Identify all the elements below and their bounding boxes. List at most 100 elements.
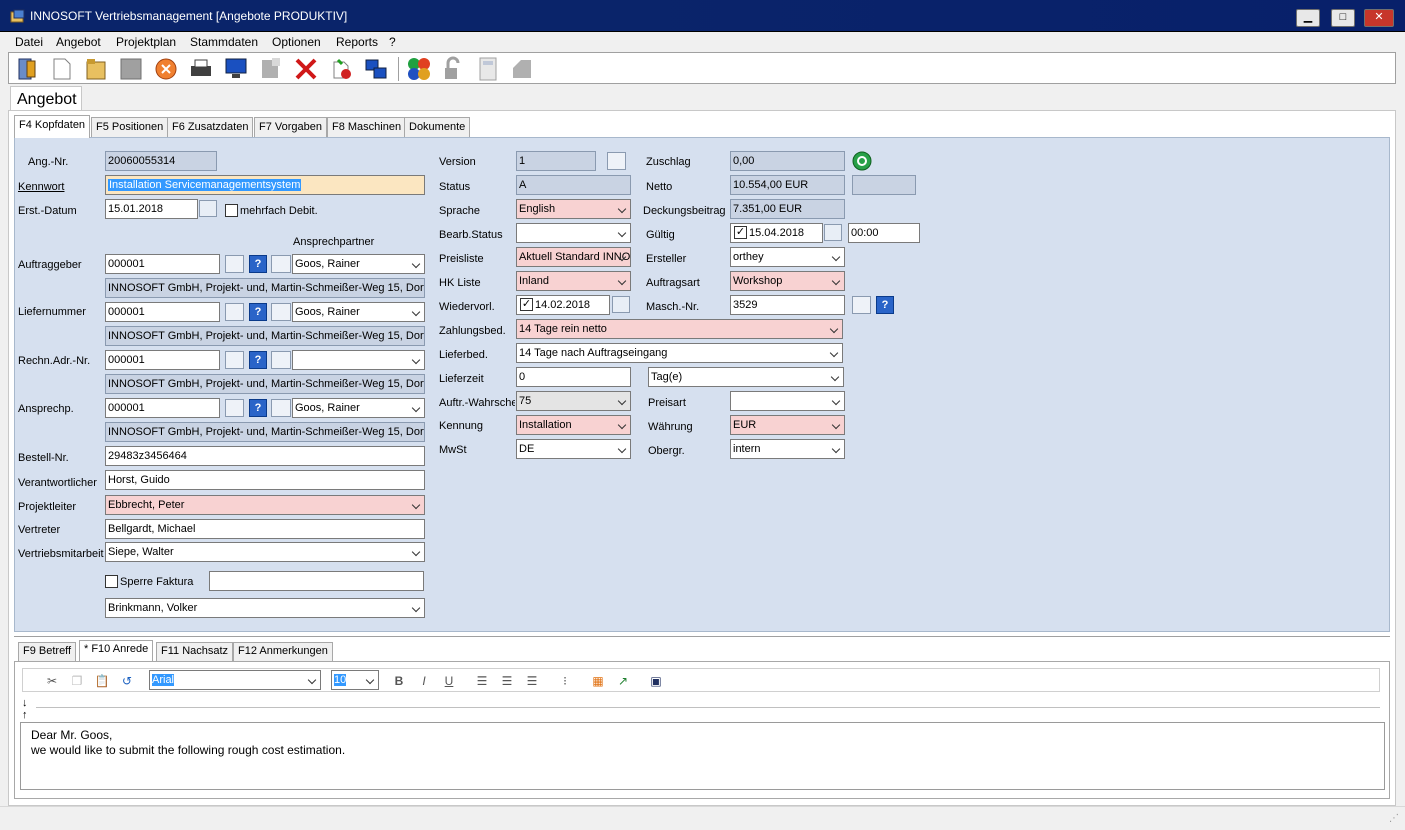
- zuschlag-field[interactable]: 0,00: [730, 151, 845, 171]
- currency-icon[interactable]: [406, 56, 432, 82]
- align-left-icon[interactable]: ☰: [473, 672, 491, 690]
- splitter[interactable]: [14, 636, 1390, 638]
- menu-help[interactable]: ?: [389, 34, 396, 50]
- close-button[interactable]: ✕: [1364, 9, 1394, 27]
- font-select[interactable]: Arial: [149, 670, 321, 690]
- goto-arrow-icon[interactable]: [271, 351, 291, 369]
- search-icon[interactable]: [607, 152, 626, 170]
- preview-icon[interactable]: ▣: [647, 672, 665, 690]
- projektleiter-select[interactable]: Ebbrecht, Peter: [105, 495, 425, 515]
- hk-liste-select[interactable]: Inland: [516, 271, 631, 291]
- sperre-faktura-checkbox[interactable]: [105, 575, 118, 588]
- ansprechp-field[interactable]: 000001: [105, 398, 220, 418]
- new-document-icon[interactable]: [49, 56, 75, 82]
- sprache-select[interactable]: English: [516, 199, 631, 219]
- waehrung-select[interactable]: EUR: [730, 415, 845, 435]
- tab-kopfdaten[interactable]: F4 Kopfdaten: [14, 115, 91, 138]
- ersteller-select[interactable]: orthey: [730, 247, 845, 267]
- align-center-icon[interactable]: ☰: [498, 672, 516, 690]
- sperre-faktura-field[interactable]: [209, 571, 424, 591]
- copy-icon[interactable]: [258, 56, 284, 82]
- tab-maschinen[interactable]: F8 Maschinen: [327, 117, 407, 137]
- menu-stammdaten[interactable]: Stammdaten: [190, 34, 258, 50]
- tab-dokumente[interactable]: Dokumente: [404, 117, 471, 137]
- unlock-icon[interactable]: [441, 56, 467, 82]
- anrede-text-area[interactable]: Dear Mr. Goos, we would like to submit t…: [20, 722, 1385, 790]
- tab-anrede[interactable]: * F10 Anrede: [79, 640, 154, 662]
- auftraggeber-contact-select[interactable]: Goos, Rainer: [292, 254, 425, 274]
- auftragsart-select[interactable]: Workshop: [730, 271, 845, 291]
- help-icon[interactable]: ?: [249, 351, 267, 369]
- auftraggeber-field[interactable]: 000001: [105, 254, 220, 274]
- undo-icon[interactable]: ↺: [118, 672, 136, 690]
- import-icon[interactable]: [328, 56, 354, 82]
- folder-icon[interactable]: [83, 56, 109, 82]
- help-icon[interactable]: ?: [876, 296, 894, 314]
- vertriebsmitarbeiter-select[interactable]: Siepe, Walter: [105, 542, 425, 562]
- lieferbed-select[interactable]: 14 Tage nach Auftragseingang: [516, 343, 843, 363]
- paste-icon[interactable]: 📋: [93, 672, 111, 690]
- calculator-icon[interactable]: [475, 56, 501, 82]
- copy-icon[interactable]: ❐: [68, 672, 86, 690]
- help-icon[interactable]: ?: [249, 303, 267, 321]
- wahrscheinlichkeit-select[interactable]: 75: [516, 391, 631, 411]
- search-icon[interactable]: [225, 303, 244, 321]
- page-tab-angebot[interactable]: Angebot: [10, 86, 82, 112]
- wiedervorl-checkbox[interactable]: ✓: [520, 298, 533, 311]
- liefernummer-contact-select[interactable]: Goos, Rainer: [292, 302, 425, 322]
- calendar-icon[interactable]: [612, 296, 630, 313]
- rechn-contact-select[interactable]: [292, 350, 425, 370]
- erst-datum-field[interactable]: 15.01.2018: [105, 199, 198, 219]
- save-icon[interactable]: [118, 56, 144, 82]
- menu-reports[interactable]: Reports: [336, 34, 378, 50]
- gueltig-time-field[interactable]: 00:00: [848, 223, 920, 243]
- lieferzeit-field[interactable]: 0: [516, 367, 631, 387]
- bearb-status-select[interactable]: [516, 223, 631, 243]
- vertreter-field[interactable]: Bellgardt, Michael: [105, 519, 425, 539]
- menu-optionen[interactable]: Optionen: [272, 34, 321, 50]
- search-icon[interactable]: [225, 351, 244, 369]
- tab-betreff[interactable]: F9 Betreff: [18, 642, 77, 661]
- bullet-list-icon[interactable]: ⁝: [556, 672, 574, 690]
- calendar-icon[interactable]: [824, 224, 842, 241]
- refresh-icon[interactable]: [852, 151, 872, 171]
- kennwort-field[interactable]: Installation Servicemanagementsystem: [105, 175, 425, 195]
- verantwortlicher-field[interactable]: Horst, Guido: [105, 470, 425, 490]
- goto-arrow-icon[interactable]: [271, 399, 291, 417]
- import-text-icon[interactable]: ↗: [614, 672, 632, 690]
- font-size-select[interactable]: 10: [331, 670, 379, 690]
- tab-positionen[interactable]: F5 Positionen: [91, 117, 169, 137]
- gueltig-checkbox[interactable]: ✓: [734, 226, 747, 239]
- menu-datei[interactable]: Datei: [15, 34, 43, 50]
- resize-grip-icon[interactable]: ⋰: [1389, 813, 1399, 824]
- tab-nachsatz[interactable]: F11 Nachsatz: [156, 642, 234, 661]
- tab-zusatzdaten[interactable]: F6 Zusatzdaten: [167, 117, 254, 137]
- cut-icon[interactable]: ✂: [43, 672, 61, 690]
- italic-button[interactable]: I: [415, 672, 433, 690]
- kennung-select[interactable]: Installation: [516, 415, 631, 435]
- maximize-button[interactable]: □: [1331, 9, 1355, 27]
- preisart-select[interactable]: [730, 391, 845, 411]
- print-icon[interactable]: [188, 56, 214, 82]
- ansprechp-contact-select[interactable]: Goos, Rainer: [292, 398, 425, 418]
- ang-nr-field[interactable]: 20060055314: [105, 151, 217, 171]
- delete-icon[interactable]: [293, 56, 319, 82]
- collapse-up-icon[interactable]: ↑: [22, 709, 28, 721]
- search-icon[interactable]: [225, 399, 244, 417]
- help-icon[interactable]: ?: [249, 399, 267, 417]
- masch-nr-field[interactable]: 3529: [730, 295, 845, 315]
- goto-arrow-icon[interactable]: [271, 255, 291, 273]
- menu-angebot[interactable]: Angebot: [56, 34, 101, 50]
- netto-field[interactable]: 10.554,00 EUR: [730, 175, 845, 195]
- goto-arrow-icon[interactable]: [271, 303, 291, 321]
- tab-anmerkungen[interactable]: F12 Anmerkungen: [233, 642, 333, 661]
- zahlungsbed-select[interactable]: 14 Tage rein netto: [516, 319, 843, 339]
- exit-icon[interactable]: [15, 56, 41, 82]
- liefernummer-field[interactable]: 000001: [105, 302, 220, 322]
- monitor-icon[interactable]: [223, 56, 249, 82]
- cancel-icon[interactable]: [153, 56, 179, 82]
- lieferzeit-unit-select[interactable]: Tag(e): [648, 367, 844, 387]
- bold-button[interactable]: B: [390, 672, 408, 690]
- bestell-nr-field[interactable]: 29483z3456464: [105, 446, 425, 466]
- obergr-select[interactable]: intern: [730, 439, 845, 459]
